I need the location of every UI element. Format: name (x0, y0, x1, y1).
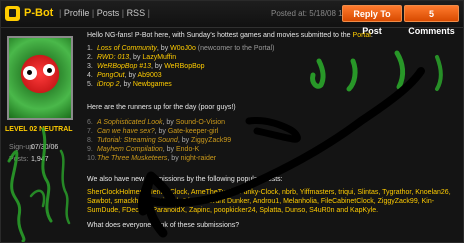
list-item: 1. Loss of Community, by W0oJ0o (newcomer… (87, 45, 275, 52)
profile-link[interactable]: Profile (64, 8, 90, 18)
submission-link[interactable]: Mayhem Compilation (97, 146, 163, 153)
submission-link[interactable]: The Three Musketeers (97, 155, 167, 162)
username[interactable]: P-Bot (24, 7, 53, 19)
top-submissions-list: 1. Loss of Community, by W0oJ0o (newcomer… (87, 44, 274, 89)
list-item: 5. iDrop 2, by Newbgames (87, 81, 172, 88)
submission-link[interactable]: iDrop 2 (97, 81, 120, 88)
rss-link[interactable]: RSS (127, 8, 146, 18)
author-link[interactable]: WeRBopBop (164, 63, 204, 70)
signup-stat: Sign-up: 07/30/06 (9, 144, 58, 151)
posts-stat: Posts: 1,947 (9, 156, 49, 163)
list-item: 4. PongOut, by Ab9003 (87, 72, 162, 79)
list-item: 7. Can we have sex?, by Gate-keeper-girl (87, 128, 219, 135)
submission-link[interactable]: A Sophisticated Look (97, 119, 163, 126)
closing-question: What does everyone think of these submis… (87, 222, 240, 229)
submission-link[interactable]: Tutorial: Streaming Sound (97, 137, 178, 144)
signup-date: 07/30/06 (31, 144, 59, 151)
posts-count: 1,947 (31, 156, 49, 163)
submission-link[interactable]: Loss of Community (97, 45, 157, 52)
user-icon (5, 6, 20, 21)
author-link[interactable]: Gate-keeper-girl (168, 128, 219, 135)
list-item: 3. WeRBopBop #13, by WeRBopBop (87, 63, 205, 70)
runners-intro: Here are the runners up for the day (poo… (87, 104, 236, 111)
intro-sentence: Hello NG-fans! P-Bot here, with Sunday's… (87, 32, 351, 39)
author-link[interactable]: Ab9003 (137, 72, 161, 79)
newcomer-note: (newcomer to the Portal) (195, 45, 275, 52)
list-item: 2. RWD: 013, by LazyMuffin (87, 54, 177, 61)
submission-link[interactable]: PongOut (97, 72, 125, 79)
list-item: 8. Tutorial: Streaming Sound, by ZiggyZac… (87, 137, 232, 144)
author-link[interactable]: LazyMuffin (142, 54, 176, 61)
post-frame: P-Bot | Profile | Posts | RSS | Posted a… (0, 0, 464, 243)
submission-link[interactable]: Can we have sex? (97, 128, 155, 135)
user-links: | Profile | Posts | RSS | (59, 8, 150, 18)
author-link[interactable]: Newbgames (133, 81, 172, 88)
posts-link[interactable]: Posts (97, 8, 120, 18)
posts-label: Posts: (9, 156, 29, 163)
avatar[interactable] (7, 36, 73, 120)
level-badge: LEVEL 02 NEUTRAL (5, 126, 73, 133)
alignment-text: NEUTRAL (39, 126, 73, 133)
portal-link[interactable]: Portal (353, 32, 371, 39)
intro-text: Hello NG-fans! P-Bot here, with Sunday's… (87, 32, 373, 39)
reply-button[interactable]: Reply To Post (342, 5, 402, 36)
list-item: 10. The Three Musketeers, by night-raider (87, 155, 217, 162)
level-text: LEVEL 02 (5, 126, 38, 133)
author-link[interactable]: Endo-K (176, 146, 199, 153)
post-header: P-Bot | Profile | Posts | RSS | Posted a… (1, 1, 463, 36)
submission-link[interactable]: RWD: 013 (97, 54, 129, 61)
author-link[interactable]: ZiggyZack99 (191, 137, 231, 144)
author-link[interactable]: W0oJ0o (170, 45, 196, 52)
comments-button[interactable]: 5 Comments (404, 5, 459, 36)
avatar-eye (43, 64, 55, 76)
user-sidebar: LEVEL 02 NEUTRAL Sign-up: 07/30/06 Posts… (1, 28, 79, 242)
runner-submissions-list: 6. A Sophisticated Look, by Sound-O-Visio… (87, 118, 231, 163)
avatar-eye (23, 66, 37, 80)
artists-intro: We also have new submissions by the foll… (87, 176, 283, 183)
submission-link[interactable]: WeRBopBop #13 (97, 63, 151, 70)
author-link[interactable]: night-raider (181, 155, 216, 162)
author-link[interactable]: Sound-O-Vision (176, 119, 225, 126)
list-item: 9. Mayhem Compilation, by Endo-K (87, 146, 200, 153)
list-item: 6. A Sophisticated Look, by Sound-O-Visio… (87, 119, 226, 126)
artist-links[interactable]: SherClockHolmes, MentosClock, ArneTheTur… (87, 188, 457, 215)
post-body: Hello NG-fans! P-Bot here, with Sunday's… (87, 31, 461, 241)
